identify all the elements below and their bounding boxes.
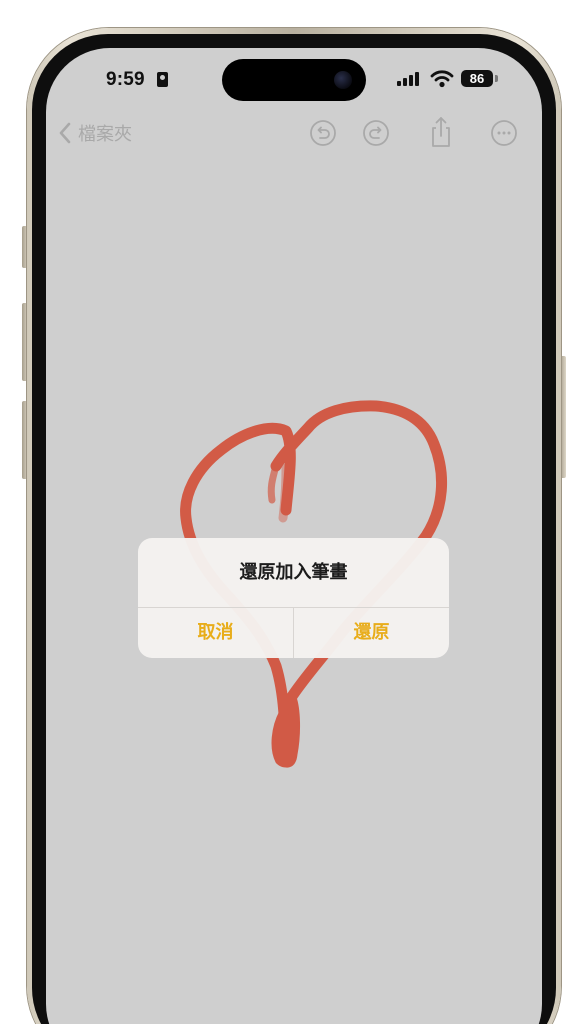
- battery-icon: 86: [461, 70, 493, 87]
- back-button[interactable]: 檔案夾: [58, 119, 132, 147]
- status-time: 9:59: [106, 69, 145, 90]
- chevron-left-icon: [59, 122, 71, 144]
- drawing-canvas[interactable]: [46, 48, 542, 1024]
- undo-alert-dialog: 還原加入筆畫 取消 還原: [138, 538, 449, 658]
- device-mockup: 9:59 86 檔案夾 還原加入筆畫 取消 還原: [0, 0, 588, 1024]
- wifi-icon: [430, 70, 454, 88]
- undo-button[interactable]: 還原: [294, 608, 449, 658]
- alert-title: 還原加入筆畫: [239, 562, 348, 583]
- cellular-signal-icon: [397, 72, 419, 86]
- id-card-icon: [157, 72, 168, 87]
- back-label: 檔案夾: [78, 124, 132, 145]
- screen: 9:59 86 檔案夾 還原加入筆畫 取消 還原: [46, 48, 542, 1024]
- front-camera: [334, 71, 352, 89]
- cancel-button[interactable]: 取消: [138, 608, 293, 658]
- share-icon[interactable]: [426, 114, 456, 150]
- dynamic-island: [222, 59, 366, 101]
- more-icon[interactable]: [489, 118, 519, 148]
- battery-nub: [495, 75, 498, 82]
- redo-icon[interactable]: [361, 118, 391, 148]
- undo-icon[interactable]: [308, 118, 338, 148]
